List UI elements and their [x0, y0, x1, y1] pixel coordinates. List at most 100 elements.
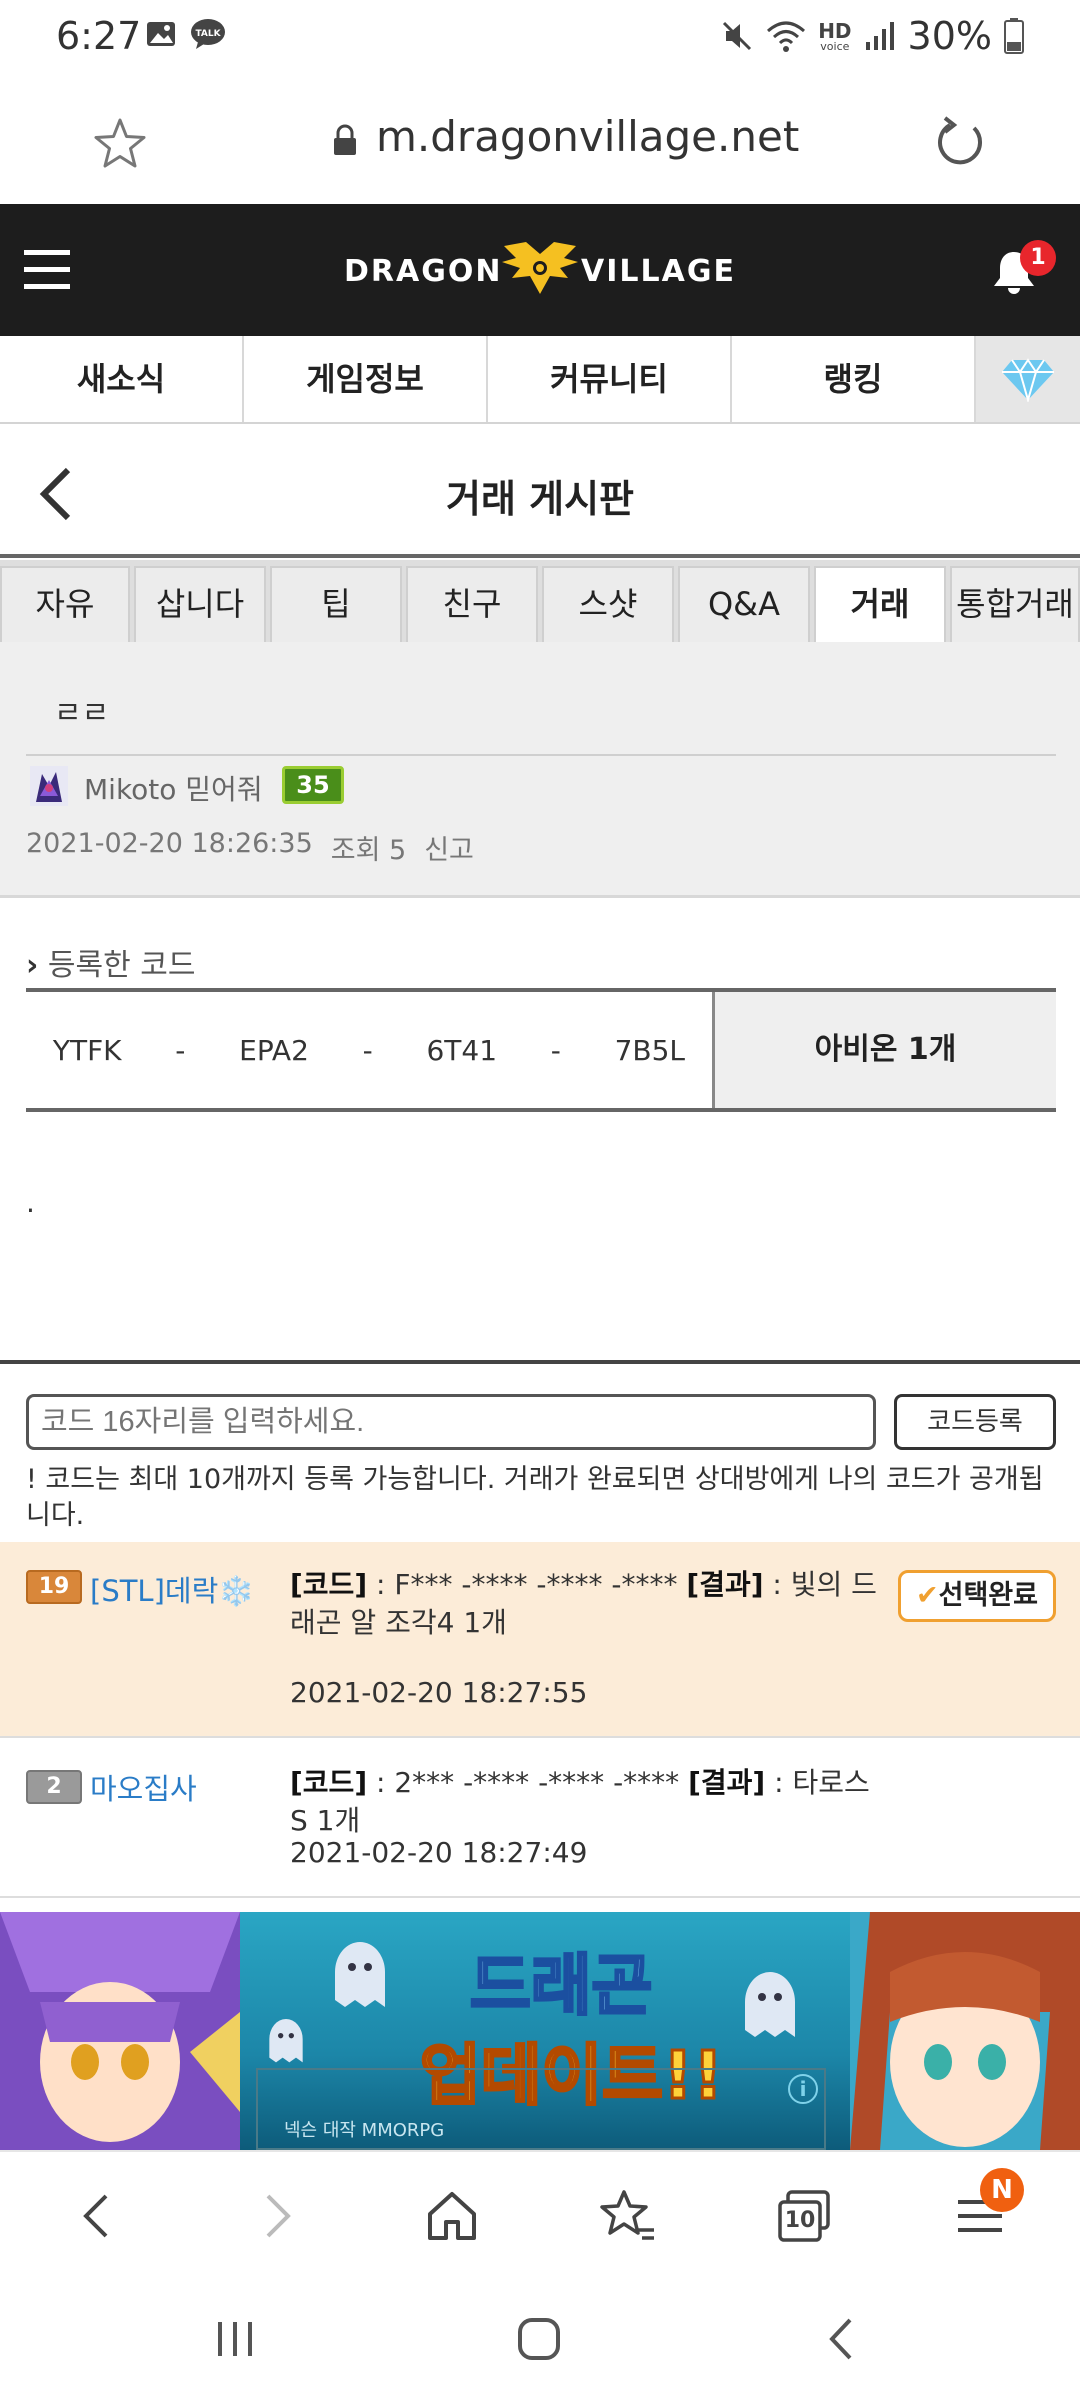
status-bar: 6:27 TALK HD voice 30% [0, 0, 1080, 80]
reload-icon[interactable] [930, 114, 988, 172]
talk-icon: TALK [191, 19, 225, 49]
code-input[interactable] [26, 1394, 876, 1450]
page-title: 거래 게시판 [445, 477, 635, 521]
code-parts: YTFK - EPA2 - 6T41 - 7B5L [26, 992, 712, 1108]
author-avatar [30, 766, 68, 806]
post-views: 조회 5 [330, 835, 407, 866]
status-system-icons: HD voice 30% [720, 14, 1024, 58]
registered-code-title: › 등록한 코드 [26, 940, 195, 984]
tab-count: 10 [784, 2208, 816, 2233]
entry-date: 2021-02-20 18:27:49 [290, 1836, 588, 1869]
masked-code: : 2*** -**** -**** -**** [367, 1766, 689, 1799]
browser-forward-icon[interactable] [246, 2186, 306, 2246]
bookmarks-icon[interactable] [598, 2186, 658, 2246]
mute-icon [723, 21, 752, 51]
chevron-right-icon: › [26, 948, 39, 983]
status-notification-icons: TALK [146, 18, 226, 50]
ad-banner[interactable]: 드래곤 업데이트!! 넥슨 대작 MMORPG i [0, 1912, 1080, 2150]
system-home-icon[interactable] [514, 2314, 564, 2364]
ad-character-right [850, 1912, 1080, 2150]
tab-screenshot[interactable]: 스샷 [542, 566, 674, 642]
checkmark-icon: ✔ [916, 1580, 939, 1611]
nav-gem-shop[interactable] [976, 336, 1080, 422]
code-entry: 19 [STL]데락❄️ [코드] : F*** -**** -**** -**… [0, 1542, 1080, 1738]
wifi-icon [767, 21, 806, 52]
tab-friend[interactable]: 친구 [406, 566, 538, 642]
author-level-badge: 35 [282, 766, 344, 804]
post-header: ㄹㄹ Mikoto 믿어줘 35 2021-02-20 18:26:35 조회 … [0, 642, 1080, 898]
hd-label: HD [818, 18, 852, 43]
entry-username[interactable]: [STL]데락❄️ [90, 1568, 254, 1610]
code-reward: 아비온 1개 [712, 992, 1056, 1108]
lock-icon [334, 124, 356, 155]
browser-back-icon[interactable] [68, 2186, 128, 2246]
browser-url-bar: m.dragonvillage.net [0, 80, 1080, 204]
system-back-icon[interactable] [818, 2314, 868, 2364]
system-nav-bar [0, 2274, 1080, 2400]
code-separator: - [175, 1033, 186, 1067]
board-title-bar: 거래 게시판 [0, 424, 1080, 558]
post-body: . [26, 1186, 35, 1219]
ghost-icon [269, 2019, 303, 2063]
tab-integrated-trade[interactable]: 통합거래 [950, 566, 1080, 642]
report-link[interactable]: 신고 [424, 828, 474, 867]
entry-code-result: [코드] : F*** -**** -**** -**** [결과] : 빛의 … [290, 1566, 890, 1642]
divider [26, 754, 1056, 756]
hamburger-menu-icon[interactable] [24, 250, 70, 290]
hd-voice-indicator: HD voice [818, 21, 851, 52]
code-label: [코드] [290, 1568, 368, 1601]
logo-text-left: DRAGON [344, 254, 503, 289]
code-separator: - [550, 1033, 561, 1067]
battery-icon [1004, 18, 1024, 54]
tab-trade[interactable]: 거래 [814, 566, 946, 642]
code-label: [코드] [290, 1766, 368, 1799]
nav-game-info[interactable]: 게임정보 [244, 336, 488, 422]
board-tabs: 자유 삽니다 팁 친구 스샷 Q&A 거래 통합거래 [0, 560, 1080, 642]
browser-bottom-bar: 10 [0, 2150, 1080, 2274]
dragon-wings-emblem-icon [502, 242, 578, 294]
registered-code-box: YTFK - EPA2 - 6T41 - 7B5L 아비온 1개 [26, 988, 1056, 1112]
notification-badge: 1 [1020, 240, 1056, 276]
signal-icon [865, 22, 894, 50]
home-icon[interactable] [422, 2186, 482, 2246]
entry-username[interactable]: 마오집사 [90, 1766, 197, 1808]
select-done-label: 선택완료 [938, 1580, 1038, 1611]
code-register-button[interactable]: 코드등록 [894, 1394, 1056, 1450]
bookmark-star-icon[interactable] [92, 116, 148, 172]
result-label: [결과] [686, 1568, 764, 1601]
svg-text:TALK: TALK [195, 29, 221, 39]
nav-news[interactable]: 새소식 [0, 336, 244, 422]
tabs-icon[interactable]: 10 [774, 2186, 834, 2246]
logo-text-right: VILLAGE [581, 254, 736, 289]
post-title: ㄹㄹ [54, 696, 110, 731]
code-entry: 2 마오집사 [코드] : 2*** -**** -**** -**** [결과… [0, 1738, 1080, 1898]
url-text[interactable]: m.dragonvillage.net [376, 112, 799, 161]
tab-buy[interactable]: 삽니다 [134, 566, 266, 642]
registered-code-title-label: 등록한 코드 [47, 948, 196, 983]
ad-small-text: 넥슨 대작 MMORPG [284, 2120, 445, 2141]
diamond-icon [1002, 358, 1054, 402]
ghost-icon [335, 1942, 385, 2007]
code-separator: - [362, 1033, 373, 1067]
tab-tip[interactable]: 팁 [270, 566, 402, 642]
user-level-badge: 2 [26, 1770, 82, 1804]
nav-ranking[interactable]: 랭킹 [732, 336, 976, 422]
post-meta: 2021-02-20 18:26:35 조회 5 신고 [26, 828, 474, 867]
select-done-button[interactable]: ✔선택완료 [898, 1570, 1056, 1622]
user-level-badge: 19 [26, 1570, 82, 1604]
ad-character-left [0, 1912, 240, 2150]
menu-badge: N [980, 2168, 1024, 2212]
code-input-area: 코드등록 ! 코드는 최대 10개까지 등록 가능합니다. 거래가 완료되면 상… [0, 1360, 1080, 1542]
ad-title-line1: 드래곤 [468, 1946, 653, 2026]
result-label: [결과] [688, 1766, 766, 1799]
status-time: 6:27 [56, 14, 142, 58]
code-part-2: EPA2 [239, 1033, 309, 1067]
ad-info-icon[interactable]: i [788, 2074, 818, 2104]
entry-date: 2021-02-20 18:27:55 [290, 1676, 588, 1709]
tab-qna[interactable]: Q&A [678, 566, 810, 642]
dragon-village-logo[interactable]: DRAGON VILLAGE [340, 242, 740, 298]
nav-community[interactable]: 커뮤니티 [488, 336, 732, 422]
recent-apps-icon[interactable] [210, 2314, 260, 2364]
tab-free[interactable]: 자유 [0, 566, 130, 642]
author-name[interactable]: Mikoto 믿어줘 [84, 768, 263, 808]
